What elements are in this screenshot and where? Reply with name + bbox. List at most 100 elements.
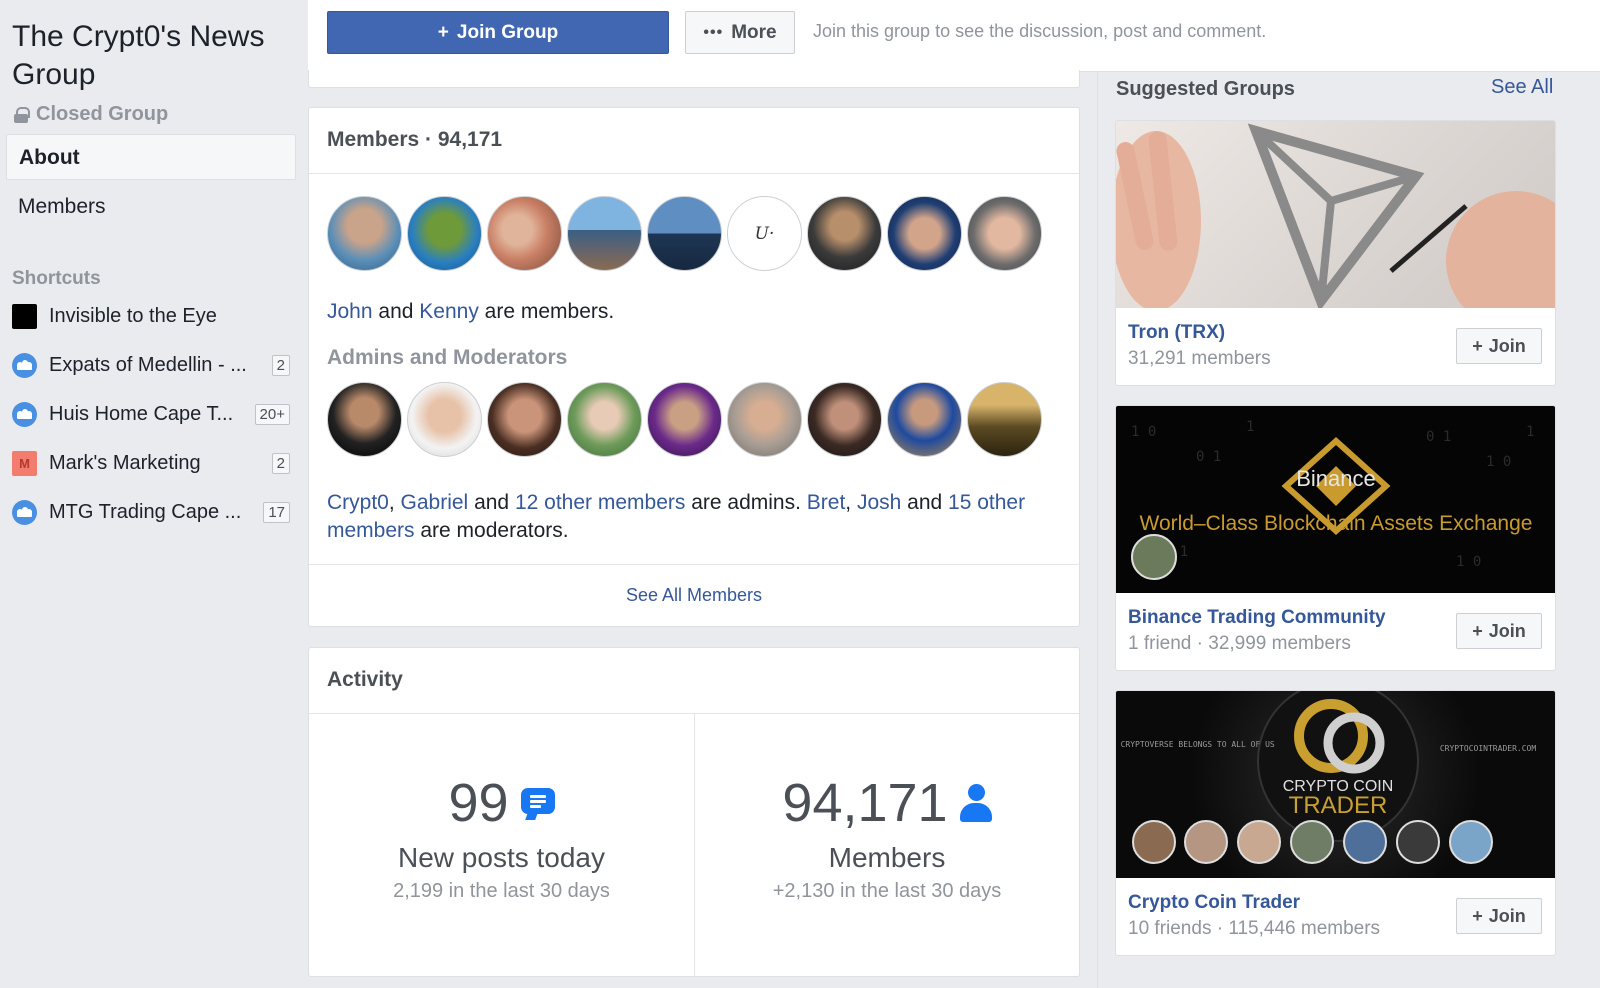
members-count: 94,171 (782, 773, 948, 833)
join-button[interactable]: + Join (1456, 328, 1542, 364)
posts-label: New posts today (398, 842, 605, 873)
admins-text: are admins. (685, 491, 807, 514)
avatar[interactable] (487, 382, 562, 457)
conjunction-text: and (901, 491, 949, 514)
members-stat-label: Members (828, 842, 946, 873)
join-label: Join (1488, 335, 1526, 356)
unique-logo-icon: U· (754, 223, 775, 244)
suggested-see-all-link[interactable]: See All (1491, 76, 1553, 99)
shortcut-label: Mark's Marketing (49, 451, 201, 474)
avatar[interactable] (487, 196, 562, 271)
members-card-title: Members · 94,171 (309, 108, 1079, 174)
card-remnant (308, 70, 1080, 88)
shortcut-item[interactable]: Huis Home Cape T... 20+ (12, 399, 290, 429)
ellipsis-icon: ••• (703, 23, 724, 41)
plus-icon: + (437, 21, 449, 43)
suggested-groups-heading: Suggested Groups (1116, 78, 1295, 100)
shortcut-item[interactable]: M Mark's Marketing 2 (12, 448, 290, 478)
page-thumbnail-icon (12, 303, 37, 329)
chat-bubble-icon (520, 788, 555, 820)
suggested-group-card[interactable]: Tron (TRX) 31,291 members + Join (1115, 120, 1556, 386)
members-count-row: 94,171 (695, 772, 1079, 834)
group-icon (12, 401, 37, 427)
avatar[interactable] (887, 196, 962, 271)
avatar[interactable] (327, 382, 402, 457)
privacy-text: Closed Group (36, 103, 169, 125)
svg-text:1 0: 1 0 (1486, 454, 1511, 470)
moderator-link[interactable]: Bret (807, 491, 846, 514)
join-group-label: Join Group (456, 21, 559, 43)
member-link[interactable]: Kenny (419, 300, 479, 323)
nav-about[interactable]: About (6, 134, 296, 180)
crypto-coin-trader-logo-icon: THE CRYPTOVERSE BELONGS TO ALL OF US CRY… (1116, 691, 1536, 864)
conjunction-text: and (468, 491, 515, 514)
conjunction-text: and (378, 300, 414, 323)
plus-icon: + (1472, 905, 1483, 926)
avatar[interactable] (967, 382, 1042, 457)
notification-badge: 2 (271, 452, 290, 474)
join-button[interactable]: + Join (1456, 898, 1542, 934)
member-link[interactable]: John (327, 300, 373, 323)
avatar[interactable] (327, 196, 402, 271)
members-summary-text: are members. (484, 300, 615, 323)
svg-text:0 1: 0 1 (1426, 429, 1451, 445)
admin-link[interactable]: Crypt0 (327, 491, 389, 514)
join-label: Join (1488, 905, 1526, 926)
avatar[interactable] (647, 196, 722, 271)
avatar[interactable] (567, 382, 642, 457)
other-admins-link[interactable]: 12 other members (515, 491, 685, 514)
plus-icon: + (1472, 335, 1483, 356)
group-title[interactable]: The Crypt0's News Group (12, 18, 302, 94)
suggested-group-card[interactable]: THE CRYPTOVERSE BELONGS TO ALL OF US CRY… (1115, 690, 1556, 956)
join-button[interactable]: + Join (1456, 613, 1542, 649)
join-group-button[interactable]: + Join Group (327, 11, 669, 54)
avatar[interactable] (727, 382, 802, 457)
avatar[interactable] (647, 382, 722, 457)
more-button[interactable]: ••• More (685, 11, 795, 54)
group-cover-image (1116, 121, 1555, 308)
nav-members[interactable]: Members (18, 195, 106, 219)
notification-badge: 2 (271, 354, 290, 376)
shortcut-label: Expats of Medellin - ... (49, 353, 247, 376)
avatar[interactable] (807, 196, 882, 271)
shortcut-item[interactable]: MTG Trading Cape ... 17 (12, 497, 290, 527)
shortcut-label: Huis Home Cape T... (49, 402, 234, 425)
avatar[interactable]: U· (727, 196, 802, 271)
shortcut-label: MTG Trading Cape ... (49, 500, 242, 523)
plus-icon: + (1472, 620, 1483, 641)
group-icon (12, 352, 37, 378)
admins-heading: Admins and Moderators (327, 346, 568, 369)
separator-text: , (388, 491, 401, 514)
avatar[interactable] (807, 382, 882, 457)
svg-text:0 1: 0 1 (1196, 449, 1221, 465)
separator-text: , (845, 491, 857, 514)
avatar[interactable] (407, 196, 482, 271)
posts-sub: 2,199 in the last 30 days (393, 880, 610, 902)
avatar[interactable] (887, 382, 962, 457)
avatar[interactable] (967, 196, 1042, 271)
notification-badge: 20+ (254, 403, 290, 425)
member-avatars: U· (327, 196, 1042, 271)
suggested-group-card[interactable]: 1 00 11 0 11 01 0 1 11 0 Binance World–C… (1115, 405, 1556, 671)
suggested-group-name[interactable]: Tron (TRX) (1128, 322, 1225, 344)
lock-icon (14, 106, 30, 123)
suggested-group-name[interactable]: Binance Trading Community (1128, 607, 1386, 629)
avatar[interactable] (407, 382, 482, 457)
suggested-group-name[interactable]: Crypto Coin Trader (1128, 892, 1300, 914)
admin-avatars (327, 382, 1042, 457)
see-all-members-link[interactable]: See All Members (309, 564, 1079, 626)
svg-text:1: 1 (1526, 424, 1534, 440)
posts-count: 99 (448, 773, 509, 833)
cover-slogan-text: THE CRYPTOVERSE BELONGS TO ALL OF US (1116, 740, 1275, 749)
moderator-link[interactable]: Josh (857, 491, 901, 514)
suggested-group-meta: 1 friend · 32,999 members (1128, 633, 1351, 654)
shortcut-item[interactable]: Invisible to the Eye (12, 301, 290, 331)
members-stat-sub: +2,130 in the last 30 days (772, 880, 1002, 902)
shortcut-item[interactable]: Expats of Medellin - ... 2 (12, 350, 290, 380)
suggested-group-meta: 10 friends · 115,446 members (1128, 918, 1381, 939)
avatar[interactable] (567, 196, 642, 271)
admin-link[interactable]: Gabriel (401, 491, 469, 514)
posts-stat: 99 New posts today 2,199 in the last 30 … (309, 714, 694, 976)
shortcuts-heading: Shortcuts (12, 268, 101, 289)
cover-title-text: Binance (1296, 466, 1376, 491)
